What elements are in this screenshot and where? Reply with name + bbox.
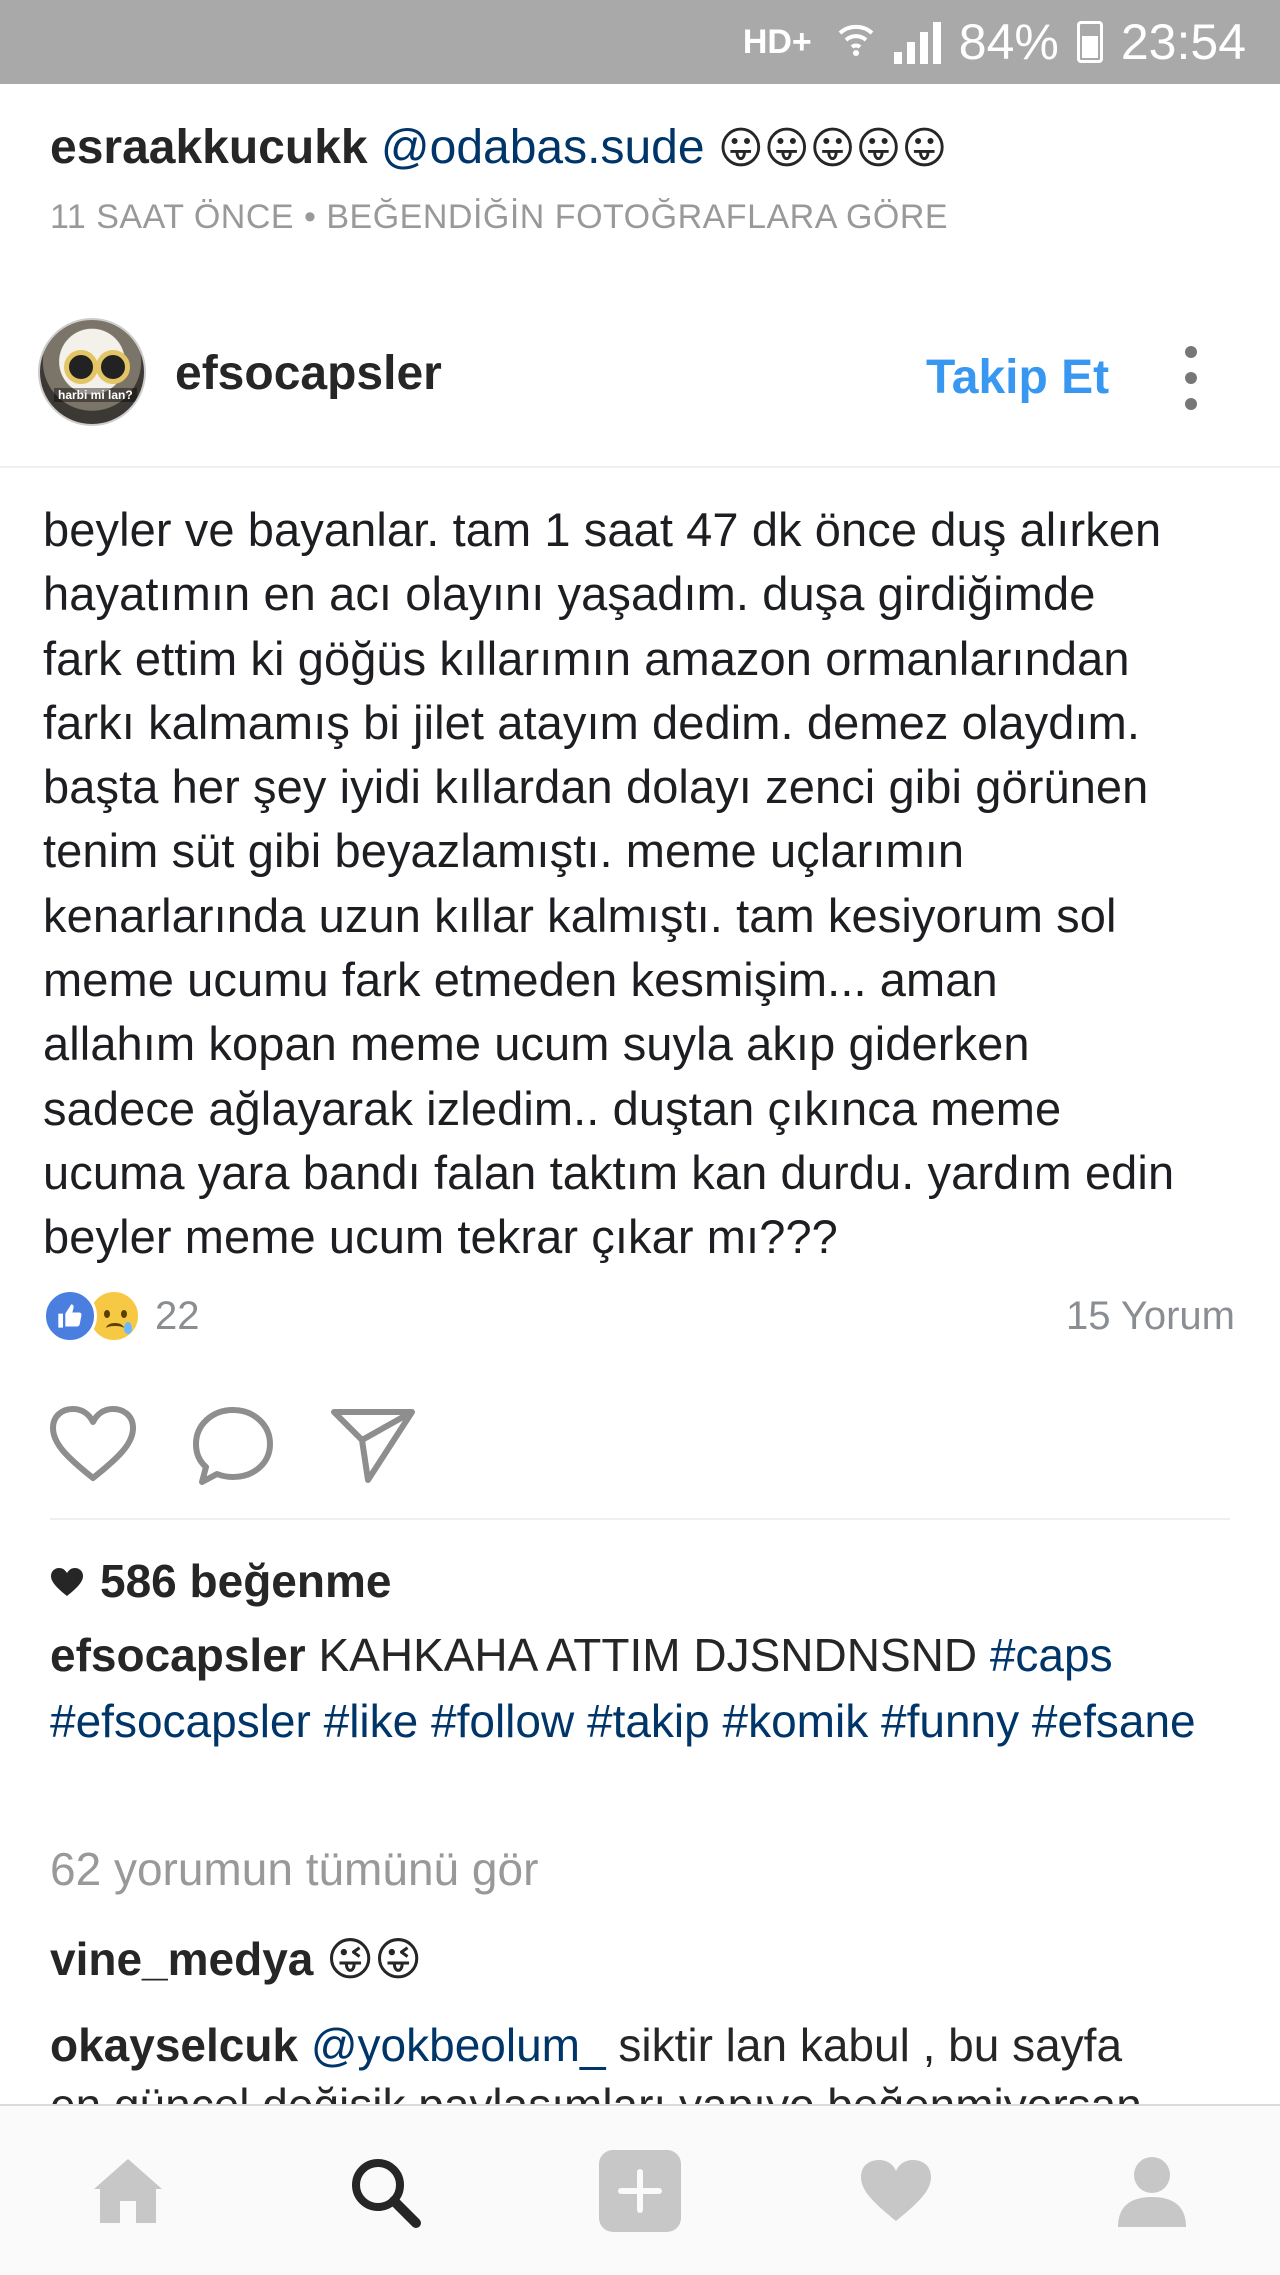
status-bar: HD+ 84% 23:54 <box>0 0 1280 84</box>
likes-count[interactable]: 586 beğenme <box>50 1554 391 1608</box>
likes-label: 586 beğenme <box>100 1555 392 1607</box>
hashtag[interactable]: #komik <box>723 1695 869 1747</box>
like-reaction-icon <box>43 1289 97 1343</box>
caption-text: KAHKAHA ATTIM DJSNDNSND <box>318 1629 978 1681</box>
previous-post-caption: esraakkucukk @odabas.sude 😛😛😛😛😛 <box>50 120 947 175</box>
post-username[interactable]: efsocapsler <box>175 346 442 401</box>
search-icon[interactable] <box>339 2146 429 2236</box>
view-all-comments-link[interactable]: 62 yorumun tümünü gör <box>50 1842 538 1896</box>
reaction-count: 22 <box>155 1293 200 1338</box>
hashtag[interactable]: #efsane <box>1032 1695 1196 1747</box>
caption-username[interactable]: efsocapsler <box>50 1629 306 1681</box>
home-icon[interactable] <box>83 2146 173 2236</box>
battery-percent: 84% <box>958 14 1059 70</box>
post-caption: efsocapsler KAHKAHA ATTIM DJSNDNSND #cap… <box>50 1622 1250 1754</box>
hashtag[interactable]: #caps <box>990 1629 1113 1681</box>
heart-filled-icon <box>50 1554 84 1608</box>
hashtag[interactable]: #funny <box>881 1695 1019 1747</box>
more-options-icon[interactable] <box>1185 346 1197 410</box>
comment-mention[interactable]: @yokbeolum_ <box>311 2019 606 2071</box>
post-image-text: beyler ve bayanlar. tam 1 saat 47 dk önc… <box>43 503 1175 1264</box>
avatar[interactable]: harbi mi lan? <box>38 318 146 426</box>
notif-mention[interactable]: @odabas.sude <box>381 121 705 174</box>
hashtag[interactable]: #follow <box>431 1695 574 1747</box>
share-icon[interactable] <box>328 1404 418 1488</box>
comment: okayselcuk @yokbeolum_ siktir lan kabul … <box>50 2018 1122 2072</box>
network-type: HD+ <box>742 22 812 61</box>
hashtag[interactable]: #takip <box>587 1695 710 1747</box>
clock: 23:54 <box>1120 14 1246 70</box>
post-header: harbi mi lan? efsocapsler Takip Et <box>0 318 1280 468</box>
follow-button[interactable]: Takip Et <box>926 350 1109 405</box>
comment-username[interactable]: vine_medya <box>50 1933 313 1985</box>
comment: vine_medya 😜😜 <box>50 1932 422 1986</box>
heart-icon[interactable] <box>48 1404 138 1488</box>
signal-icon <box>893 20 941 64</box>
profile-icon[interactable] <box>1107 2146 1197 2236</box>
notif-meta: 11 SAAT ÖNCE • BEĞENDİĞİN FOTOĞRAFLARA G… <box>50 198 949 236</box>
comment-text-continuation: en güncel değişik paylaşımları yapıyo be… <box>50 2082 1142 2106</box>
wifi-icon <box>836 13 876 71</box>
divider <box>50 1518 1230 1520</box>
comment-text: 😜😜 <box>326 1933 423 1985</box>
comment-icon[interactable] <box>188 1404 278 1488</box>
hashtag[interactable]: #like <box>324 1695 419 1747</box>
avatar-caption: harbi mi lan? <box>54 388 137 402</box>
hashtag[interactable]: #efsocapsler <box>50 1695 311 1747</box>
add-icon[interactable] <box>595 2146 685 2236</box>
bottom-nav <box>0 2104 1280 2275</box>
divider <box>0 466 1280 468</box>
comment-text: siktir lan kabul , bu sayfa <box>618 2019 1123 2071</box>
notif-emojis: 😛😛😛😛😛 <box>717 124 948 173</box>
comment-username[interactable]: okayselcuk <box>50 2019 298 2071</box>
notif-username[interactable]: esraakkucukk <box>50 121 368 174</box>
reactions: 22 <box>43 1286 200 1346</box>
heart-icon[interactable] <box>851 2146 941 2236</box>
image-comment-count: 15 Yorum <box>1065 1294 1235 1338</box>
battery-charging-icon <box>1076 21 1103 63</box>
post-actions <box>48 1404 418 1488</box>
